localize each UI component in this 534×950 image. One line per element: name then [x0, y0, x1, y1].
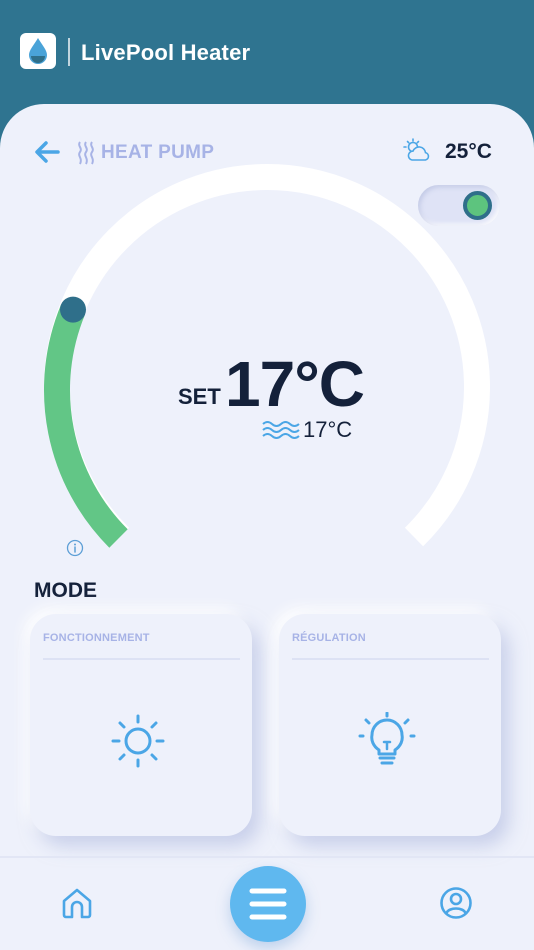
card-label: RÉGULATION	[292, 632, 366, 644]
set-temperature: 17°C	[225, 348, 365, 420]
home-icon	[62, 888, 92, 919]
card-divider	[43, 658, 240, 660]
app-header: LivePool Heater	[0, 0, 534, 120]
sun-icon	[109, 712, 167, 770]
user-circle-icon	[440, 887, 472, 919]
bottom-nav-divider	[0, 856, 534, 858]
water-drop-icon	[20, 33, 56, 69]
water-waves-icon	[262, 419, 300, 441]
nav-profile-button[interactable]	[439, 886, 473, 920]
mode-card-fonctionnement[interactable]: FONCTIONNEMENT	[30, 614, 252, 836]
card-label: FONCTIONNEMENT	[43, 632, 150, 644]
mode-card-regulation[interactable]: RÉGULATION	[279, 614, 501, 836]
lightbulb-icon	[358, 711, 416, 770]
nav-home-button[interactable]	[60, 886, 94, 920]
water-temperature: 17°C	[303, 417, 353, 442]
header-divider	[68, 38, 70, 66]
dial-fill	[44, 304, 128, 548]
card-divider	[292, 658, 489, 660]
set-label: SET	[178, 384, 221, 409]
app-title: LivePool Heater	[81, 40, 251, 65]
menu-icon	[249, 888, 287, 920]
info-icon[interactable]	[66, 539, 84, 557]
mode-title: MODE	[34, 579, 97, 602]
nav-menu-button[interactable]	[230, 866, 306, 942]
dial-handle[interactable]	[60, 296, 86, 323]
